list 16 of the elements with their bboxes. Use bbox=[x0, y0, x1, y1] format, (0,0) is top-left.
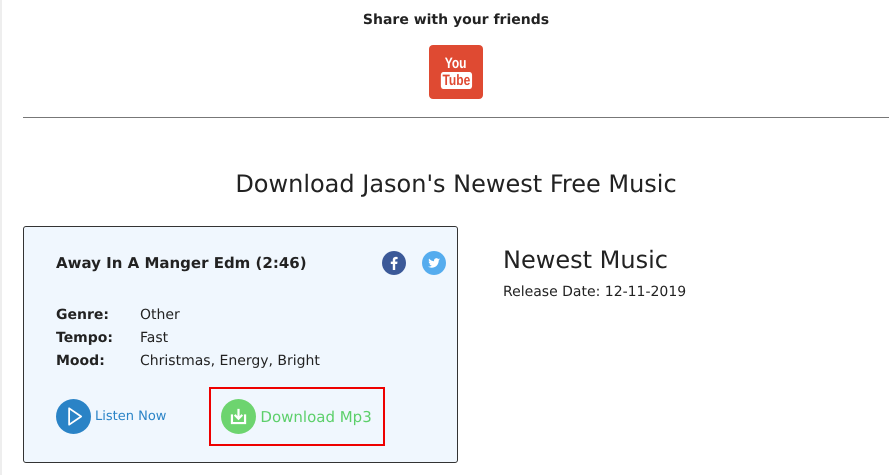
youtube-logo[interactable]: You Tube bbox=[429, 45, 483, 99]
detail-label: Mood: bbox=[56, 353, 106, 369]
download-icon bbox=[221, 399, 256, 434]
page-heading: Download Jason's Newest Free Music bbox=[234, 170, 678, 198]
release-date: Release Date: 12-11-2019 bbox=[503, 284, 686, 300]
share-title: Share with your friends bbox=[362, 12, 550, 28]
track-title: Away In A Manger Edm (2:46) bbox=[56, 254, 308, 272]
play-icon bbox=[56, 399, 91, 434]
detail-value: Fast bbox=[140, 330, 170, 346]
listen-now-link[interactable]: Listen Now bbox=[56, 399, 166, 434]
facebook-icon[interactable] bbox=[382, 251, 406, 275]
detail-value: Other bbox=[140, 307, 181, 323]
detail-label: Tempo: bbox=[56, 330, 114, 346]
detail-label: Genre: bbox=[56, 307, 110, 323]
detail-value: Christmas, Energy, Bright bbox=[140, 353, 321, 369]
newest-music-title: Newest Music bbox=[503, 246, 669, 274]
